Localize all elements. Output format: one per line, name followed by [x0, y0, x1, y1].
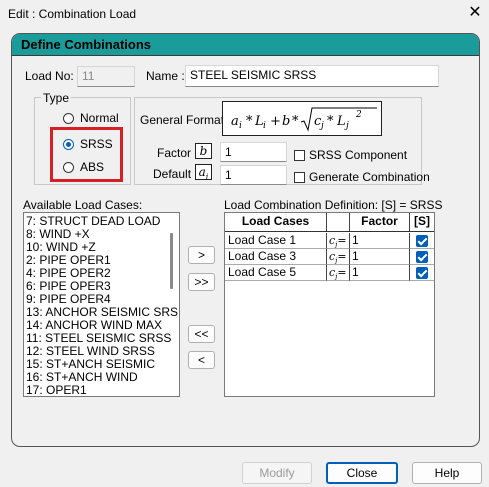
add-all-button[interactable]: >> — [188, 273, 215, 291]
column-coef — [327, 213, 350, 231]
available-load-cases-list[interactable]: 7: STRUCT DEAD LOAD 8: WIND +X 10: WIND … — [23, 212, 180, 397]
factor-symbol: b — [195, 143, 212, 159]
coef-sub: j — [335, 273, 338, 281]
row-factor[interactable]: 1 — [350, 233, 410, 249]
default-label: Default — [153, 167, 192, 181]
srss-checkbox-checked[interactable] — [416, 250, 428, 263]
generate-combination-label: Generate Combination — [309, 170, 430, 184]
list-item[interactable]: 17: OPER1 — [24, 384, 169, 397]
srss-component-checkbox[interactable]: SRSS Component — [294, 148, 407, 162]
list-scrollbar[interactable] — [170, 233, 173, 289]
formula-graphic: a i * L i + b * c j * L j 2 — [231, 107, 377, 132]
column-factor: Factor — [350, 213, 410, 231]
svg-text:2: 2 — [355, 110, 362, 120]
svg-text:*: * — [327, 114, 334, 129]
radio-normal[interactable] — [63, 112, 74, 124]
help-button[interactable]: Help — [412, 462, 482, 484]
row-case[interactable]: Load Case 1 — [225, 233, 327, 249]
modify-button[interactable]: Modify — [242, 462, 312, 484]
panel-header: Define Combinations — [12, 34, 479, 56]
panel-title: Define Combinations — [21, 37, 152, 52]
svg-text:a: a — [231, 114, 239, 129]
type-srss-label: SRSS — [80, 137, 113, 151]
default-symbol: ai — [195, 164, 212, 182]
factor-label: Factor — [157, 146, 192, 160]
row-coef-symbol: cj= — [327, 249, 350, 265]
factor-field[interactable]: 1 — [220, 142, 287, 162]
available-items: 7: STRUCT DEAD LOAD 8: WIND +X 10: WIND … — [24, 215, 178, 397]
definition-label: Load Combination Definition: [S] = SRSS — [224, 198, 443, 212]
table-row[interactable]: Load Case 1 cj= 1 — [225, 233, 434, 249]
srss-component-box[interactable] — [294, 149, 305, 161]
row-factor[interactable]: 1 — [350, 265, 410, 281]
srss-component-label: SRSS Component — [309, 148, 408, 162]
svg-text:i: i — [263, 121, 266, 131]
table-row[interactable]: Load Case 3 cj= 1 — [225, 249, 434, 265]
row-case[interactable]: Load Case 3 — [225, 249, 327, 265]
available-load-cases-label: Available Load Cases: — [23, 198, 143, 212]
grid-header: Load Cases Factor [S] — [225, 213, 434, 232]
srss-checkbox-checked[interactable] — [416, 234, 428, 247]
radio-abs[interactable] — [63, 161, 74, 173]
svg-text:L: L — [336, 114, 346, 129]
load-no-field: 11 — [77, 66, 135, 87]
row-srss-cell[interactable] — [410, 265, 434, 281]
row-case[interactable]: Load Case 5 — [225, 265, 327, 281]
row-srss-cell[interactable] — [410, 233, 434, 249]
default-symbol-sub: i — [205, 172, 209, 182]
name-field[interactable]: STEEL SEISMIC SRSS — [185, 65, 439, 87]
column-load-cases: Load Cases — [225, 213, 327, 231]
definition-grid[interactable]: Load Cases Factor [S] Load Case 1 cj= 1 … — [224, 212, 435, 397]
row-srss-cell[interactable] — [410, 249, 434, 265]
svg-text:*: * — [246, 114, 253, 129]
svg-text:*: * — [292, 114, 299, 129]
remove-button[interactable]: < — [188, 351, 215, 369]
type-abs-radio[interactable]: ABS — [63, 160, 104, 174]
svg-text:+: + — [270, 114, 281, 129]
default-symbol-base: a — [198, 165, 206, 179]
column-srss: [S] — [410, 213, 434, 231]
generate-combination-box[interactable] — [294, 171, 305, 183]
add-button[interactable]: > — [188, 246, 215, 264]
close-icon[interactable]: ✕ — [464, 2, 486, 24]
close-button[interactable]: Close — [326, 462, 398, 484]
srss-checkbox-checked[interactable] — [416, 266, 428, 279]
window-title: Edit : Combination Load — [8, 7, 137, 21]
remove-all-button[interactable]: << — [188, 325, 215, 343]
row-factor[interactable]: 1 — [350, 249, 410, 265]
general-format-label: General Format : — [140, 113, 231, 127]
radio-srss[interactable] — [63, 138, 74, 150]
load-no-label: Load No: — [25, 69, 74, 83]
row-coef-symbol: cj= — [327, 233, 350, 249]
type-label: Type — [41, 91, 72, 105]
type-normal-label: Normal — [80, 111, 119, 125]
type-abs-label: ABS — [80, 160, 105, 174]
svg-text:i: i — [239, 121, 242, 131]
type-normal-radio[interactable]: Normal — [63, 111, 119, 125]
type-srss-radio[interactable]: SRSS — [63, 137, 113, 151]
table-row[interactable]: Load Case 5 cj= 1 — [225, 265, 434, 281]
default-field[interactable]: 1 — [220, 165, 287, 185]
generate-combination-checkbox[interactable]: Generate Combination — [294, 170, 430, 184]
svg-text:b: b — [282, 114, 290, 129]
general-format-formula: a i * L i + b * c j * L j 2 — [222, 101, 382, 136]
name-label: Name : — [146, 69, 185, 83]
row-coef-symbol: cj= — [327, 265, 350, 281]
coef-sub: j — [335, 241, 338, 249]
coef-sub: j — [335, 257, 338, 265]
